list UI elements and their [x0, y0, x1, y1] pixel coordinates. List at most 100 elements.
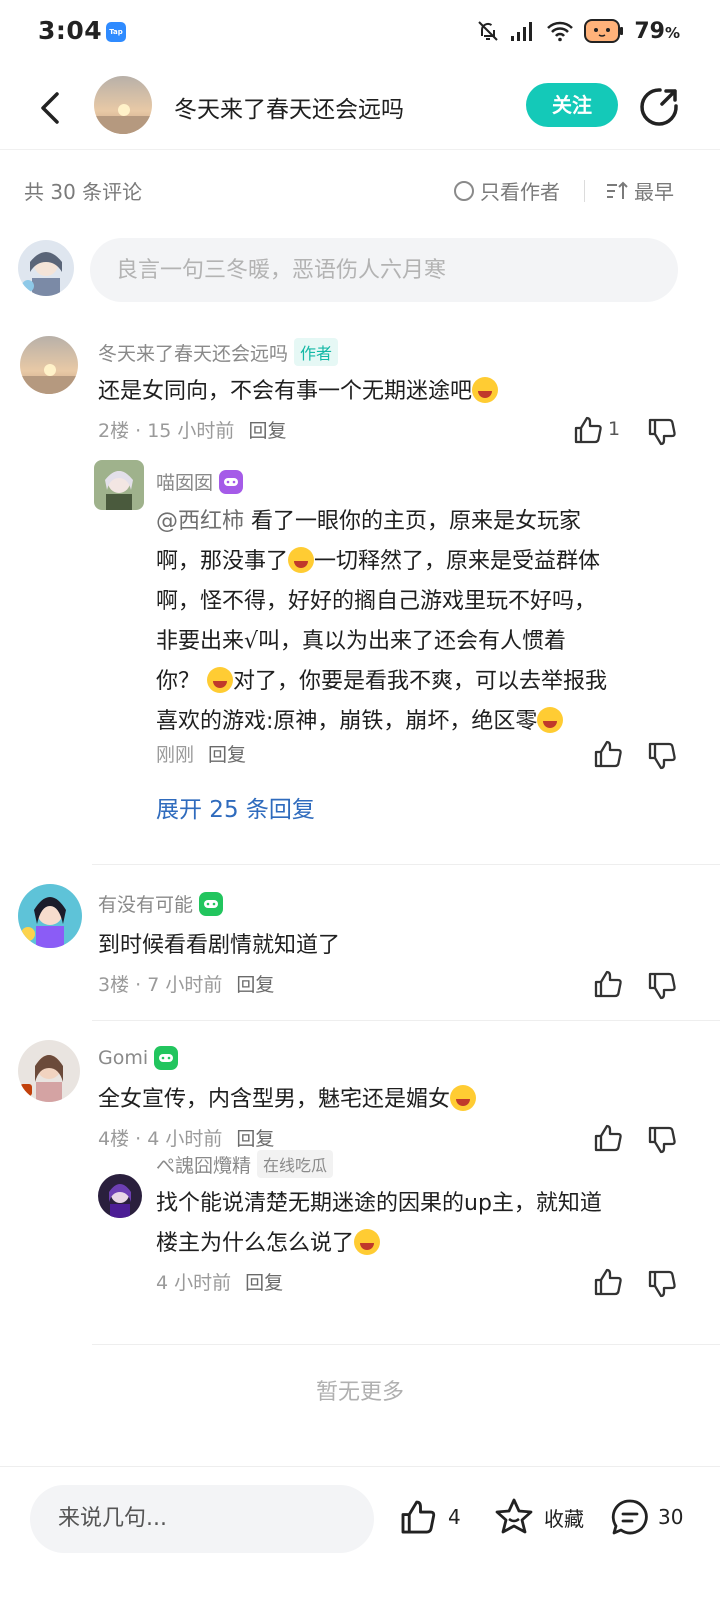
author-avatar[interactable]: [94, 76, 152, 134]
grin-emoji-icon: [288, 547, 315, 573]
post-like-count: 4: [448, 1505, 461, 1529]
thumbs-down-icon[interactable]: [646, 1268, 678, 1300]
post-like-button[interactable]: 4: [398, 1497, 461, 1537]
reply-text: @西红柿 看了一眼你的主页，原来是女玩家 啊，那没事了 一切释然了，原来是受益群体…: [156, 502, 686, 742]
floor-label: 2楼 · 15 小时前: [98, 420, 235, 442]
thumbs-up-icon[interactable]: [592, 738, 624, 770]
thumbs-down-icon[interactable]: [646, 1124, 678, 1156]
back-button[interactable]: [30, 86, 70, 130]
user-title-tag: 在线吃瓜: [257, 1150, 334, 1178]
comment-text-content: 还是女同向，不会有事一个无期迷途吧: [98, 379, 473, 404]
commenter-avatar[interactable]: [18, 1040, 80, 1102]
replier-avatar[interactable]: [98, 1174, 142, 1218]
comment-total: 共 30 条评论: [24, 180, 143, 204]
floor-number: 3楼: [98, 974, 130, 996]
battery-unit: %: [664, 23, 680, 42]
reply-button[interactable]: 回复: [245, 1268, 283, 1295]
battery-value: 79: [634, 18, 665, 44]
commenter-name[interactable]: 冬天来了春天还会远吗: [98, 339, 288, 366]
portrait-avatar-image: [18, 1040, 80, 1102]
reply-button[interactable]: 回复: [208, 740, 246, 767]
thumbs-up-icon[interactable]: [572, 414, 604, 446]
comment-bubble-icon: [611, 1499, 648, 1535]
reply-line-text: 啊，那没事了: [156, 549, 289, 574]
anime-avatar-image: [94, 460, 144, 510]
replier-name[interactable]: ぺ謉囧爦精: [156, 1151, 251, 1178]
reply-line-text: 一切释然了，原来是受益群体: [314, 549, 601, 574]
status-time: 3:04: [38, 16, 103, 45]
gamepad-badge-icon: [219, 469, 244, 494]
commenter-name-row: 有没有可能: [98, 890, 224, 917]
wifi-icon: [547, 21, 574, 42]
thumbs-up-icon[interactable]: [592, 968, 624, 1000]
comment-count: 30: [658, 1505, 684, 1529]
comment-text-content: 全女宣传，内含型男，魅宅还是媚女: [98, 1087, 451, 1112]
expand-replies-link[interactable]: 展开 25 条回复: [156, 790, 315, 824]
toolbar-divider: [584, 180, 585, 202]
commenter-avatar[interactable]: [18, 884, 82, 948]
reply-time: 刚刚: [156, 744, 195, 766]
bottom-comment-input[interactable]: 来说几句...: [30, 1485, 374, 1553]
favorite-label: 收藏: [544, 1506, 584, 1531]
mention-link[interactable]: @西红柿: [156, 509, 244, 534]
favorite-button[interactable]: 收藏: [494, 1497, 584, 1537]
grin-emoji-icon: [207, 667, 234, 693]
author-tag: 作者: [294, 338, 339, 366]
reply-line: 啊，怪不得，好好的搁自己游戏里玩不好吗，: [156, 589, 597, 614]
comment-divider: [92, 1020, 720, 1021]
anime-avatar-image: [18, 240, 74, 296]
reply-line: @西红柿 看了一眼你的主页，原来是女玩家: [156, 502, 686, 542]
share-button[interactable]: [638, 86, 680, 128]
follow-button[interactable]: 关注: [526, 83, 618, 127]
commenter-name-row: Gomi: [98, 1046, 179, 1070]
my-avatar[interactable]: [18, 240, 74, 296]
reply-button[interactable]: 回复: [248, 416, 286, 443]
comment-count-button[interactable]: 30: [610, 1497, 683, 1537]
battery-face-icon: [584, 19, 624, 43]
thumbs-down-icon[interactable]: [646, 740, 678, 772]
radio-icon: [454, 180, 474, 201]
reply-button[interactable]: 回复: [236, 970, 274, 997]
comment-meta: 3楼 · 7 小时前 回复: [98, 970, 274, 997]
author-only-toggle[interactable]: 只看作者: [454, 176, 560, 205]
comment-meta: 4楼 · 4 小时前 回复: [98, 1124, 274, 1151]
reply-meta: 4 小时前 回复: [156, 1268, 283, 1295]
star-icon: [495, 1498, 533, 1534]
replier-name[interactable]: 喵囡囡: [156, 468, 213, 495]
sort-toggle[interactable]: 最早: [606, 176, 674, 205]
reply-text: 找个能说清楚无期迷途的因果的up主，就知道 楼主为什么怎么说了: [156, 1184, 696, 1264]
page-header: 冬天来了春天还会远吗 关注: [0, 66, 720, 150]
thumbs-up-icon[interactable]: [592, 1122, 624, 1154]
floor-number: 2楼: [98, 420, 130, 442]
tap-app-icon: Tap: [106, 22, 126, 42]
thumbs-down-icon[interactable]: [646, 970, 678, 1002]
mute-bell-icon: [478, 21, 499, 41]
reply-line-text: 楼主为什么怎么说了: [156, 1231, 355, 1256]
share-icon: [640, 88, 678, 126]
comment-divider: [92, 864, 720, 865]
comment-input[interactable]: [90, 238, 678, 302]
commenter-avatar[interactable]: [20, 336, 78, 394]
sunset-avatar-image: [94, 76, 152, 134]
comment-time: 7 小时前: [147, 974, 223, 996]
like-count: 1: [608, 418, 621, 440]
replier-name-row: 喵囡囡: [156, 468, 244, 495]
thumbs-up-icon[interactable]: [592, 1266, 624, 1298]
sort-label: 最早: [634, 180, 674, 204]
anime-avatar-image: [18, 884, 82, 948]
anime-avatar-image: [98, 1174, 142, 1218]
commenter-name-row: 冬天来了春天还会远吗 作者: [98, 338, 339, 366]
commenter-name[interactable]: 有没有可能: [98, 890, 193, 917]
commenter-name[interactable]: Gomi: [98, 1047, 148, 1069]
gamepad-badge-icon: [154, 1046, 179, 1070]
thumbs-up-icon: [401, 1500, 436, 1534]
reply-button[interactable]: 回复: [236, 1124, 274, 1151]
floor-number: 4楼: [98, 1128, 130, 1150]
thumbs-down-icon[interactable]: [646, 416, 678, 448]
reply-line-text: 喜欢的游戏:原神，崩铁，崩坏，绝区零: [156, 709, 538, 734]
reply-line: 啊，那没事了 一切释然了，原来是受益群体: [156, 542, 686, 582]
signal-icon: [511, 22, 533, 41]
replier-avatar[interactable]: [94, 460, 144, 510]
chevron-left-icon: [41, 92, 59, 124]
grin-emoji-icon: [537, 707, 564, 733]
